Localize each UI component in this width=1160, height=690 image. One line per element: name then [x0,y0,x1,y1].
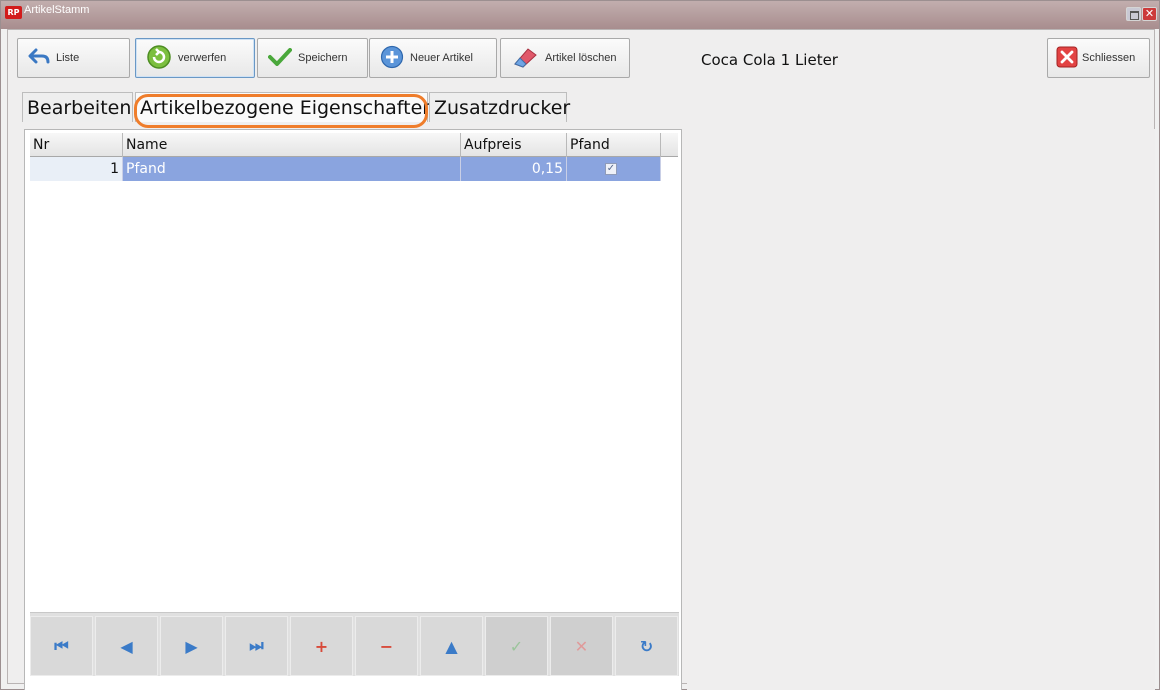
prior-record-icon: ◀ [120,636,133,656]
detail-pane [687,129,1155,690]
nav-refresh-button[interactable]: ↻ [615,616,678,676]
liste-button[interactable]: Liste [17,38,130,78]
nav-last-button[interactable]: ⏭ [225,616,288,676]
artikel-loeschen-label: Artikel löschen [545,52,617,64]
nav-edit-button[interactable]: ▲ [420,616,483,676]
client-area: Liste verwerfen Speichern Neuer Artikel [7,29,1155,690]
nav-prior-button[interactable]: ◀ [95,616,158,676]
speichern-button[interactable]: Speichern [257,38,368,78]
neuer-artikel-label: Neuer Artikel [410,52,473,64]
neuer-artikel-button[interactable]: Neuer Artikel [369,38,497,78]
nav-cancel-button[interactable]: ✕ [550,616,613,676]
check-icon: ✓ [509,636,524,656]
checkmark-icon [268,47,292,69]
schliessen-label: Schliessen [1082,52,1136,64]
title-bar[interactable]: RP ArtikelStamm ✕ [1,1,1159,29]
nav-first-button[interactable]: ⏮ [30,616,93,676]
column-header-name[interactable]: Name [123,133,461,157]
cancel-x-icon: ✕ [574,636,589,656]
column-header-pfand[interactable]: Pfand [567,133,661,157]
column-header-nr[interactable]: Nr [30,133,123,157]
verwerfen-button[interactable]: verwerfen [135,38,255,78]
plus-icon: + [314,636,329,656]
properties-grid: Nr Name Aufpreis Pfand 1 Pfand 0,15 ✓ ⏮ … [24,129,682,690]
up-triangle-icon: ▲ [445,636,458,656]
tab-bearbeiten[interactable]: Bearbeiten [22,92,133,122]
nav-delete-button[interactable]: − [355,616,418,676]
nav-insert-button[interactable]: + [290,616,353,676]
window-title: ArtikelStamm [24,4,90,16]
speichern-label: Speichern [298,52,348,64]
nav-post-button[interactable]: ✓ [485,616,548,676]
app-icon: RP [5,6,22,19]
minus-icon: − [379,636,394,656]
verwerfen-label: verwerfen [178,52,227,64]
maximize-button[interactable] [1126,7,1141,21]
close-window-button[interactable]: ✕ [1142,7,1157,21]
schliessen-button[interactable]: Schliessen [1047,38,1150,78]
close-red-icon [1056,46,1078,71]
table-row[interactable]: 1 Pfand 0,15 ✓ [30,157,678,181]
liste-label: Liste [56,52,80,64]
artikel-loeschen-button[interactable]: Artikel löschen [500,38,630,78]
cell-aufpreis[interactable]: 0,15 [461,157,567,181]
cell-nr[interactable]: 1 [30,157,123,181]
column-header-aufpreis[interactable]: Aufpreis [461,133,567,157]
first-record-icon: ⏮ [54,636,69,655]
cell-pfand[interactable]: ✓ [567,157,661,181]
tab-zusatzdrucker[interactable]: Zusatzdrucker [429,92,570,122]
next-record-icon: ▶ [185,636,198,656]
back-arrow-icon [28,48,50,69]
pfand-checkbox[interactable]: ✓ [605,163,617,175]
cell-name[interactable]: Pfand [123,157,461,181]
record-navigator: ⏮ ◀ ▶ ⏭ + − ▲ ✓ ✕ ↻ [30,612,679,676]
refresh-icon: ↻ [639,636,654,656]
nav-next-button[interactable]: ▶ [160,616,223,676]
tab-artikelbezogene-eigenschaften[interactable]: Artikelbezogene Eigenschaften [135,92,434,122]
add-circle-icon [380,45,404,72]
last-record-icon: ⏭ [249,636,264,655]
record-title: Coca Cola 1 Lieter [701,51,838,69]
artikelstamm-window: RP ArtikelStamm ✕ Liste verwerfen Speich… [0,0,1160,690]
eraser-icon [511,46,539,71]
grid-header: Nr Name Aufpreis Pfand [30,133,678,157]
undo-circle-icon [146,44,172,73]
